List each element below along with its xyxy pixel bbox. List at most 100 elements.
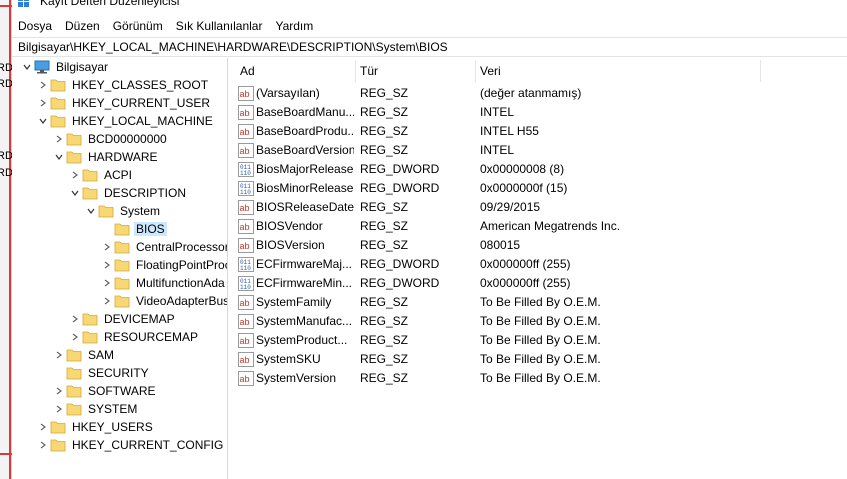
tree-item[interactable]: CentralProcessor — [100, 238, 227, 256]
value-row[interactable]: 011 110 BiosMinorRelease REG_DWORD 0x0000000… — [230, 179, 847, 198]
tree-item-label: SAM — [88, 348, 115, 362]
value-row[interactable]: 011 110 BiosMajorRelease REG_DWORD 0x0000000… — [230, 160, 847, 179]
chevron-right-icon[interactable] — [100, 292, 114, 310]
tree-item[interactable]: RESOURCEMAP — [68, 328, 200, 346]
tree-item[interactable]: FloatingPointProc — [100, 256, 228, 274]
column-divider[interactable] — [760, 60, 761, 82]
tree-item[interactable]: ACPI — [68, 166, 134, 184]
svg-text:ab: ab — [240, 89, 250, 99]
value-row[interactable]: ab BIOSVendor REG_SZ American Megatrends In… — [230, 217, 847, 236]
tree-item[interactable]: HARDWARE — [52, 148, 160, 166]
string-value-icon: ab — [238, 124, 254, 139]
background-window-edge: RD RD RD RD — [0, 0, 13, 479]
column-divider[interactable] — [475, 60, 476, 82]
tree-item[interactable]: Bilgisayar — [20, 58, 110, 76]
value-row[interactable]: 011 110 ECFirmwareMaj... REG_DWORD 0x000000f… — [230, 255, 847, 274]
tree-item[interactable]: HKEY_LOCAL_MACHINE — [36, 112, 215, 130]
tree-item-label: VideoAdapterBus — [136, 294, 228, 308]
chevron-right-icon[interactable] — [36, 76, 50, 94]
chevron-down-icon[interactable] — [68, 184, 82, 202]
tree-item[interactable]: HKEY_CURRENT_USER — [36, 94, 212, 112]
key-tree[interactable]: Bilgisayar HKEY_CLASSES_ROOT HKEY_CURRENT_… — [12, 58, 228, 479]
column-header-name[interactable]: Ad — [240, 58, 255, 84]
tree-item[interactable]: HKEY_CLASSES_ROOT — [36, 76, 210, 94]
chevron-right-icon[interactable] — [100, 256, 114, 274]
value-row[interactable]: ab (Varsayılan) REG_SZ (değer atanmamış) — [230, 84, 847, 103]
value-row[interactable]: ab BIOSVersion REG_SZ 080015 — [230, 236, 847, 255]
chevron-right-icon[interactable] — [100, 238, 114, 256]
tree-item[interactable]: HKEY_CURRENT_CONFIG — [36, 436, 225, 454]
tree-item[interactable]: SYSTEM — [52, 400, 139, 418]
column-divider[interactable] — [355, 60, 356, 82]
chevron-down-icon[interactable] — [36, 112, 50, 130]
chevron-right-icon[interactable] — [52, 400, 66, 418]
chevron-down-icon[interactable] — [84, 202, 98, 220]
tree-item-label: HKEY_USERS — [72, 420, 153, 434]
tree-item[interactable]: VideoAdapterBus — [100, 292, 228, 310]
value-row[interactable]: ab BaseBoardProdu... REG_SZ INTEL H55 — [230, 122, 847, 141]
tree-item[interactable]: SOFTWARE — [52, 382, 158, 400]
tree-item-label: BIOS — [134, 222, 167, 236]
value-data: 0x000000ff (255) — [480, 257, 571, 271]
chevron-right-icon[interactable] — [68, 310, 82, 328]
menu-item[interactable]: Yardım — [275, 19, 313, 33]
chevron-down-icon[interactable] — [20, 58, 34, 76]
value-row[interactable]: ab SystemProduct... REG_SZ To Be Filled By … — [230, 331, 847, 350]
tree-item[interactable]: DEVICEMAP — [68, 310, 177, 328]
svg-text:ab: ab — [240, 146, 250, 156]
tree-item-label: BCD00000000 — [88, 132, 167, 146]
tree-item[interactable]: SECURITY — [52, 364, 151, 382]
chevron-right-icon[interactable] — [36, 418, 50, 436]
chevron-down-icon[interactable] — [52, 148, 66, 166]
title-bar[interactable]: Kayıt Defteri Düzenleyicisi — [12, 0, 847, 10]
menu-item[interactable]: Dosya — [18, 19, 52, 33]
chevron-right-icon[interactable] — [52, 382, 66, 400]
chevron-right-icon[interactable] — [52, 130, 66, 148]
column-header-data[interactable]: Veri — [480, 58, 501, 84]
column-header-type[interactable]: Tür — [360, 58, 378, 84]
address-bar[interactable]: Bilgisayar\HKEY_LOCAL_MACHINE\HARDWARE\D… — [12, 37, 847, 57]
chevron-right-icon[interactable] — [68, 328, 82, 346]
menu-item[interactable]: Sık Kullanılanlar — [176, 19, 263, 33]
folder-icon — [66, 151, 82, 164]
menu-item[interactable]: Düzen — [65, 19, 100, 33]
tree-item[interactable]: BIOS — [100, 220, 167, 238]
tree-item[interactable]: System — [84, 202, 162, 220]
chevron-right-icon[interactable] — [100, 274, 114, 292]
tree-item[interactable]: HKEY_USERS — [36, 418, 155, 436]
tree-item[interactable]: SAM — [52, 346, 116, 364]
values-list[interactable]: Ad Tür Veri ab (Varsayılan) REG_SZ (değer a… — [230, 58, 847, 479]
window-title: Kayıt Defteri Düzenleyicisi — [40, 0, 180, 8]
svg-text:ab: ab — [240, 317, 250, 327]
value-row[interactable]: ab SystemManufac... REG_SZ To Be Filled By … — [230, 312, 847, 331]
menu-item[interactable]: Görünüm — [113, 19, 163, 33]
value-row[interactable]: ab SystemFamily REG_SZ To Be Filled By O.E.… — [230, 293, 847, 312]
value-row[interactable]: ab BaseBoardVersion REG_SZ INTEL — [230, 141, 847, 160]
folder-icon — [50, 79, 66, 92]
value-data: INTEL — [480, 105, 515, 119]
value-row[interactable]: ab SystemSKU REG_SZ To Be Filled By O.E.M. — [230, 350, 847, 369]
tree-item-label: HARDWARE — [88, 150, 158, 164]
value-row[interactable]: ab BaseBoardManu... REG_SZ INTEL — [230, 103, 847, 122]
chevron-right-icon[interactable] — [36, 436, 50, 454]
value-data: 0x0000000f (15) — [480, 181, 568, 195]
folder-icon — [82, 169, 98, 182]
folder-icon — [50, 115, 66, 128]
svg-text:110: 110 — [240, 284, 251, 291]
chevron-right-icon[interactable] — [52, 346, 66, 364]
chevron-right-icon[interactable] — [68, 166, 82, 184]
tree-item-label: FloatingPointProc — [136, 258, 228, 272]
tree-item[interactable]: DESCRIPTION — [68, 184, 188, 202]
tree-item[interactable]: MultifunctionAda — [100, 274, 227, 292]
tree-item-label: ACPI — [104, 168, 133, 182]
tree-item-label: DEVICEMAP — [104, 312, 175, 326]
value-row[interactable]: ab SystemVersion REG_SZ To Be Filled By O.E… — [230, 369, 847, 388]
value-type: REG_SZ — [360, 333, 409, 347]
folder-icon — [82, 313, 98, 326]
value-row[interactable]: 011 110 ECFirmwareMin... REG_DWORD 0x000000f… — [230, 274, 847, 293]
string-value-icon: ab — [238, 333, 254, 348]
tree-item[interactable]: BCD00000000 — [52, 130, 169, 148]
chevron-right-icon[interactable] — [36, 94, 50, 112]
value-row[interactable]: ab BIOSReleaseDate REG_SZ 09/29/2015 — [230, 198, 847, 217]
